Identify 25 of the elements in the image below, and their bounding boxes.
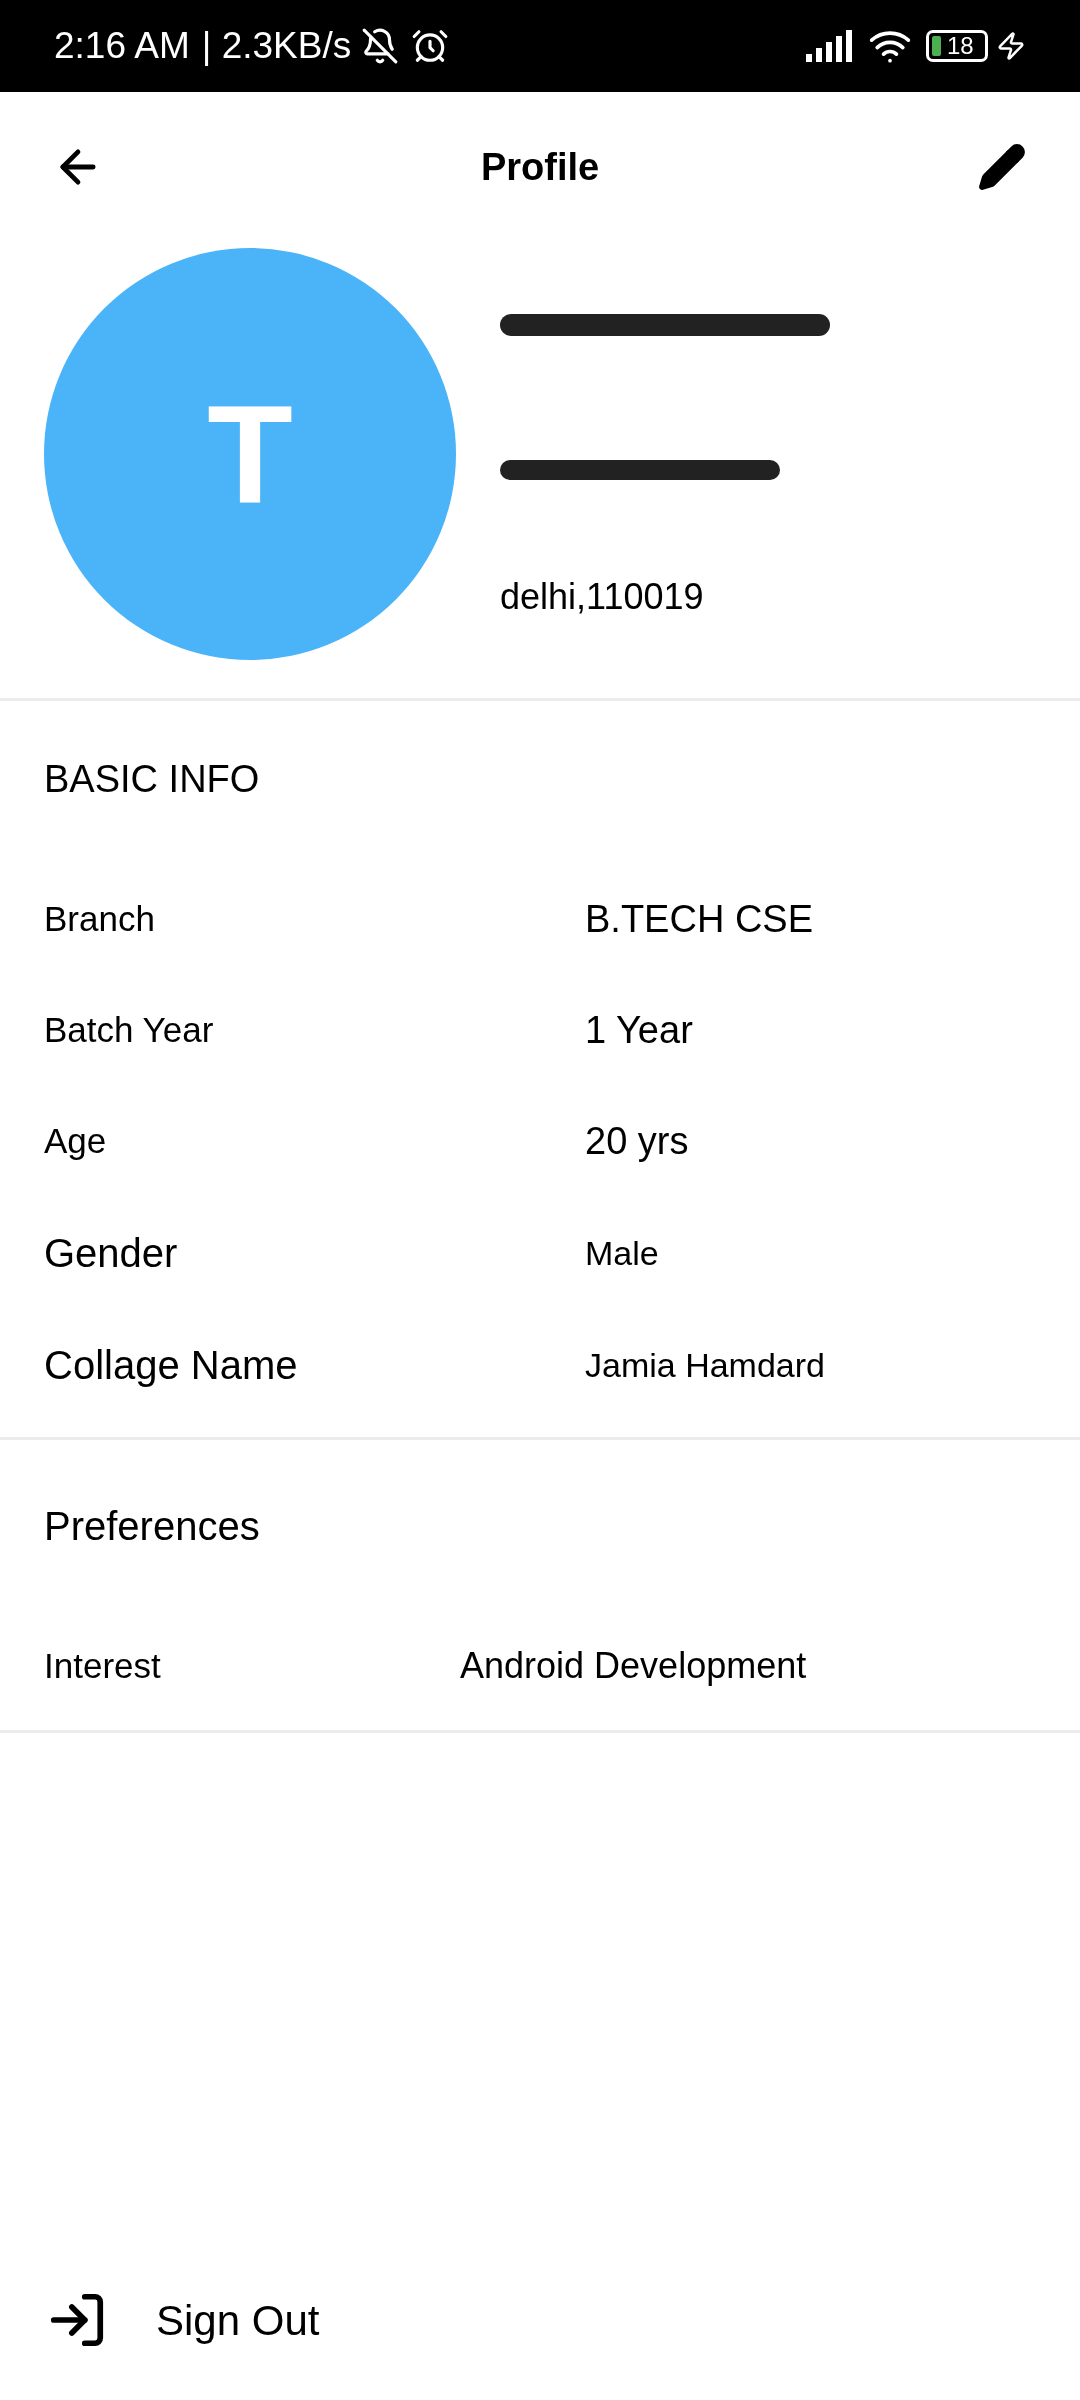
avatar-initial: T	[207, 374, 293, 534]
field-value: Android Development	[460, 1644, 807, 1688]
mute-icon	[361, 27, 400, 65]
alarm-icon	[411, 27, 450, 65]
field-label: Age	[44, 1119, 108, 1162]
field-value: Jamia Hamdard	[585, 1344, 825, 1386]
field-label: Gender	[44, 1230, 179, 1277]
status-time: 2:16 AM	[54, 24, 190, 69]
charging-icon	[996, 31, 1026, 61]
field-value: B.TECH CSE	[585, 896, 814, 942]
battery-fill	[932, 36, 941, 56]
network-speed: | 2.3KB/s	[201, 24, 352, 69]
field-label: Branch	[44, 897, 156, 940]
field-value: 20 yrs	[585, 1118, 689, 1164]
field-label: Collage Name	[44, 1342, 299, 1389]
field-label: Batch Year	[44, 1008, 215, 1051]
section-title: BASIC INFO	[44, 758, 260, 800]
battery-level: 18	[947, 34, 974, 58]
location-text: delhi,110019	[500, 575, 705, 619]
page-title: Profile	[480, 144, 600, 190]
section-title: Preferences	[44, 1504, 260, 1548]
field-label: Interest	[44, 1644, 162, 1687]
field-value: 1 Year	[585, 1007, 693, 1053]
sign-out-button[interactable]: Sign Out	[0, 2270, 1080, 2370]
field-value: Male	[585, 1232, 659, 1274]
